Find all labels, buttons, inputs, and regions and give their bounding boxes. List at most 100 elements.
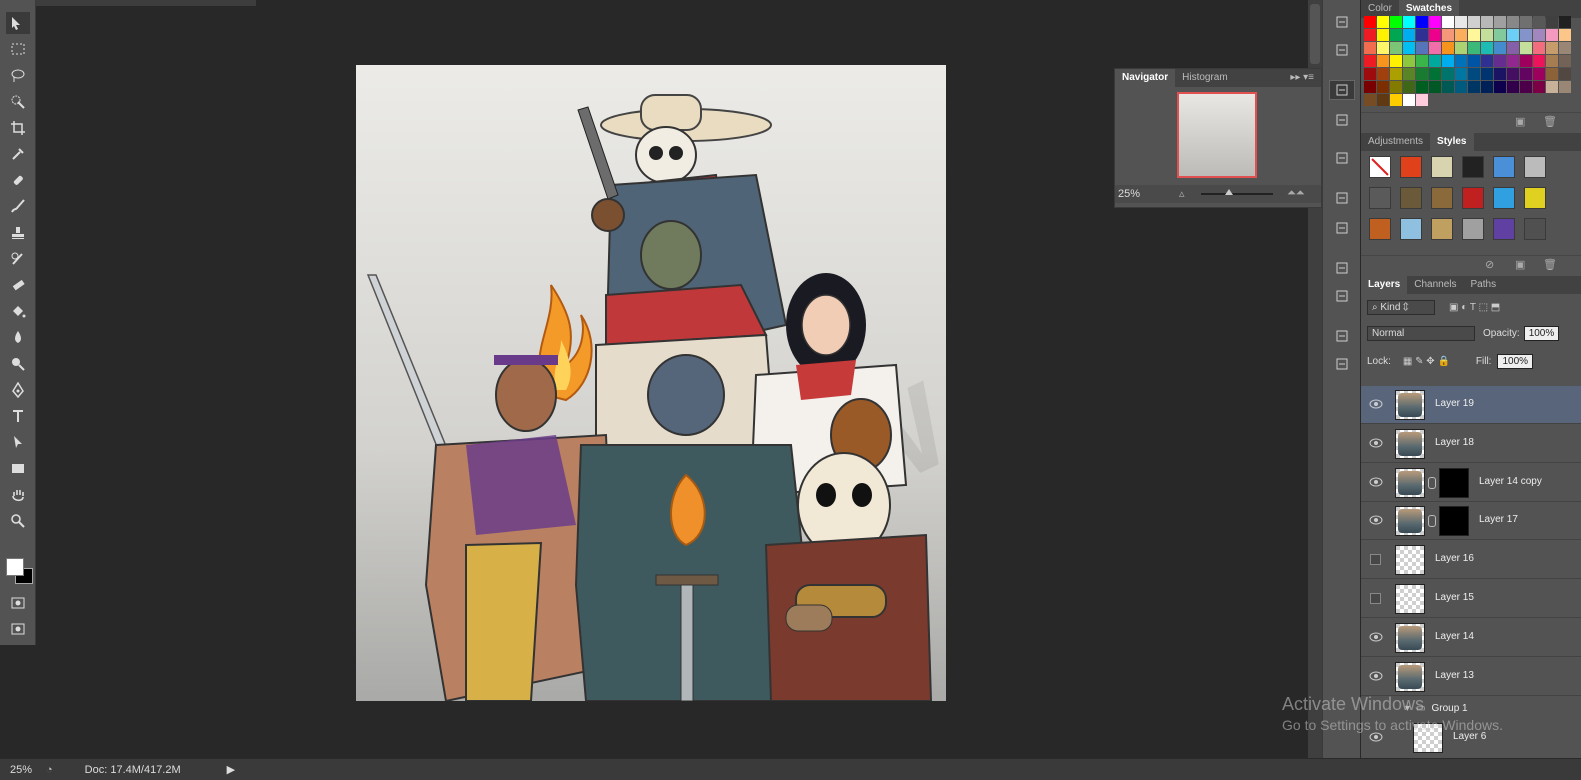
history-icon[interactable] <box>1329 12 1355 32</box>
layer-row[interactable]: Layer 19 <box>1361 386 1581 424</box>
visibility-eye-icon[interactable] <box>1369 476 1383 488</box>
style-preset[interactable] <box>1493 187 1515 209</box>
swatch[interactable] <box>1364 29 1376 41</box>
swatch[interactable] <box>1442 55 1454 67</box>
swatch[interactable] <box>1533 16 1545 28</box>
swatch[interactable] <box>1429 68 1441 80</box>
swatch[interactable] <box>1364 81 1376 93</box>
swatch[interactable] <box>1520 68 1532 80</box>
zoom-slider[interactable] <box>1201 193 1273 195</box>
crop-icon[interactable] <box>6 117 30 139</box>
swatch[interactable] <box>1481 81 1493 93</box>
status-zoom[interactable]: 25% <box>0 764 36 776</box>
clear-style-icon[interactable]: ⊘ <box>1485 258 1494 271</box>
swatch[interactable] <box>1377 16 1389 28</box>
style-preset[interactable] <box>1462 218 1484 240</box>
swatch[interactable] <box>1559 16 1571 28</box>
style-preset[interactable] <box>1493 156 1515 178</box>
swatch[interactable] <box>1546 81 1558 93</box>
swatch[interactable] <box>1416 29 1428 41</box>
tab-navigator[interactable]: Navigator <box>1115 69 1176 87</box>
visibility-eye-icon[interactable] <box>1369 398 1383 410</box>
swatch[interactable] <box>1520 29 1532 41</box>
style-preset[interactable] <box>1493 218 1515 240</box>
swatch[interactable] <box>1507 16 1519 28</box>
trash-icon[interactable]: 🗑 <box>1543 258 1557 271</box>
swatch[interactable] <box>1377 94 1389 106</box>
style-preset[interactable] <box>1431 218 1453 240</box>
swatch[interactable] <box>1390 68 1402 80</box>
blur-icon[interactable] <box>6 326 30 348</box>
scroll-thumb[interactable] <box>1310 4 1320 64</box>
style-preset[interactable] <box>1400 218 1422 240</box>
swatch[interactable] <box>1559 42 1571 54</box>
swatch[interactable] <box>1533 55 1545 67</box>
swatch[interactable] <box>1455 16 1467 28</box>
swatch[interactable] <box>1468 16 1480 28</box>
style-preset[interactable] <box>1400 156 1422 178</box>
filter-icons[interactable]: ▣ ◐ T ⬚ ⬒ <box>1449 302 1500 313</box>
swatch[interactable] <box>1507 81 1519 93</box>
style-preset[interactable] <box>1524 187 1546 209</box>
swatch[interactable] <box>1533 68 1545 80</box>
swatch[interactable] <box>1416 42 1428 54</box>
style-preset[interactable] <box>1369 218 1391 240</box>
swatch[interactable] <box>1533 81 1545 93</box>
dodge-icon[interactable] <box>6 353 30 375</box>
swatch[interactable] <box>1377 55 1389 67</box>
swatch[interactable] <box>1520 42 1532 54</box>
layer-mask-thumbnail[interactable] <box>1439 467 1469 498</box>
swatch[interactable] <box>1559 29 1571 41</box>
screen-mode-icon[interactable] <box>6 618 30 640</box>
swatch[interactable] <box>1546 42 1558 54</box>
history-brush-icon[interactable] <box>6 248 30 270</box>
tab-paths[interactable]: Paths <box>1464 276 1504 294</box>
swatch[interactable] <box>1442 16 1454 28</box>
swatch[interactable] <box>1520 16 1532 28</box>
brush-icon[interactable] <box>6 195 30 217</box>
swatch[interactable] <box>1481 68 1493 80</box>
navigator-thumbnail[interactable] <box>1177 92 1257 178</box>
zoom-in-icon[interactable]: ⏶⏶ <box>1287 187 1305 200</box>
swatch[interactable] <box>1429 55 1441 67</box>
swatch[interactable] <box>1390 42 1402 54</box>
swatch[interactable] <box>1494 29 1506 41</box>
visibility-eye-icon[interactable] <box>1369 631 1383 643</box>
layer-row[interactable]: Layer 14 copy <box>1361 464 1581 502</box>
new-swatch-icon[interactable]: ▣ <box>1515 115 1525 128</box>
swatch[interactable] <box>1364 94 1376 106</box>
document-canvas[interactable]: PREVIEW <box>356 65 946 701</box>
swatch[interactable] <box>1533 29 1545 41</box>
brush-presets-icon[interactable] <box>1329 188 1355 208</box>
healing-icon[interactable] <box>6 169 30 191</box>
path-select-icon[interactable] <box>6 431 30 453</box>
tab-histogram[interactable]: Histogram <box>1175 69 1235 87</box>
swatch[interactable] <box>1429 42 1441 54</box>
swatch[interactable] <box>1546 55 1558 67</box>
trash-icon[interactable]: 🗑 <box>1543 115 1557 128</box>
compass-icon[interactable] <box>1329 80 1355 100</box>
swatch[interactable] <box>1403 42 1415 54</box>
swatch[interactable] <box>1468 81 1480 93</box>
para-styles-icon[interactable] <box>1329 354 1355 374</box>
style-preset[interactable] <box>1524 218 1546 240</box>
zoom-icon[interactable] <box>6 510 30 532</box>
swatch[interactable] <box>1507 68 1519 80</box>
tab-channels[interactable]: Channels <box>1407 276 1463 294</box>
swatch[interactable] <box>1455 68 1467 80</box>
swatch[interactable] <box>1377 81 1389 93</box>
tool-presets-icon[interactable] <box>1329 218 1355 238</box>
tab-styles[interactable]: Styles <box>1430 133 1474 151</box>
zoom-slider-handle[interactable] <box>1225 189 1233 195</box>
paragraph-icon[interactable] <box>1329 286 1355 306</box>
new-style-icon[interactable]: ▣ <box>1515 258 1525 271</box>
swatch[interactable] <box>1455 29 1467 41</box>
style-preset[interactable] <box>1369 156 1391 178</box>
swatch[interactable] <box>1429 29 1441 41</box>
swatch[interactable] <box>1481 42 1493 54</box>
swatch[interactable] <box>1364 42 1376 54</box>
swatch[interactable] <box>1429 16 1441 28</box>
swatch[interactable] <box>1546 16 1558 28</box>
style-preset[interactable] <box>1431 187 1453 209</box>
quick-mask-icon[interactable] <box>6 592 30 614</box>
